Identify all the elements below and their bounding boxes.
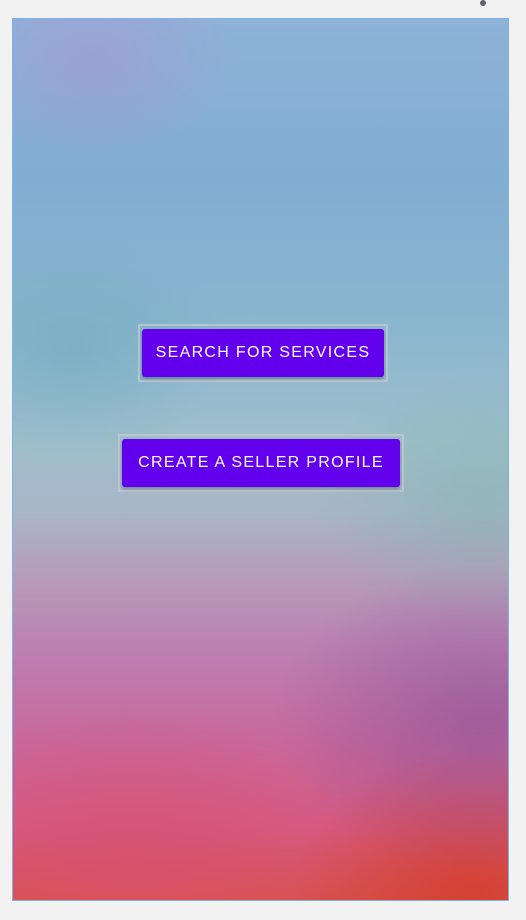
- seller-button-container: CREATE A SELLER PROFILE: [118, 434, 404, 492]
- search-button-container: SEARCH FOR SERVICES: [138, 324, 388, 382]
- overflow-menu-icon[interactable]: [480, 0, 486, 6]
- create-seller-profile-button[interactable]: CREATE A SELLER PROFILE: [122, 439, 400, 487]
- canvas: SEARCH FOR SERVICES CREATE A SELLER PROF…: [0, 0, 526, 920]
- app-screen: SEARCH FOR SERVICES CREATE A SELLER PROF…: [12, 18, 509, 901]
- search-for-services-button[interactable]: SEARCH FOR SERVICES: [142, 329, 384, 377]
